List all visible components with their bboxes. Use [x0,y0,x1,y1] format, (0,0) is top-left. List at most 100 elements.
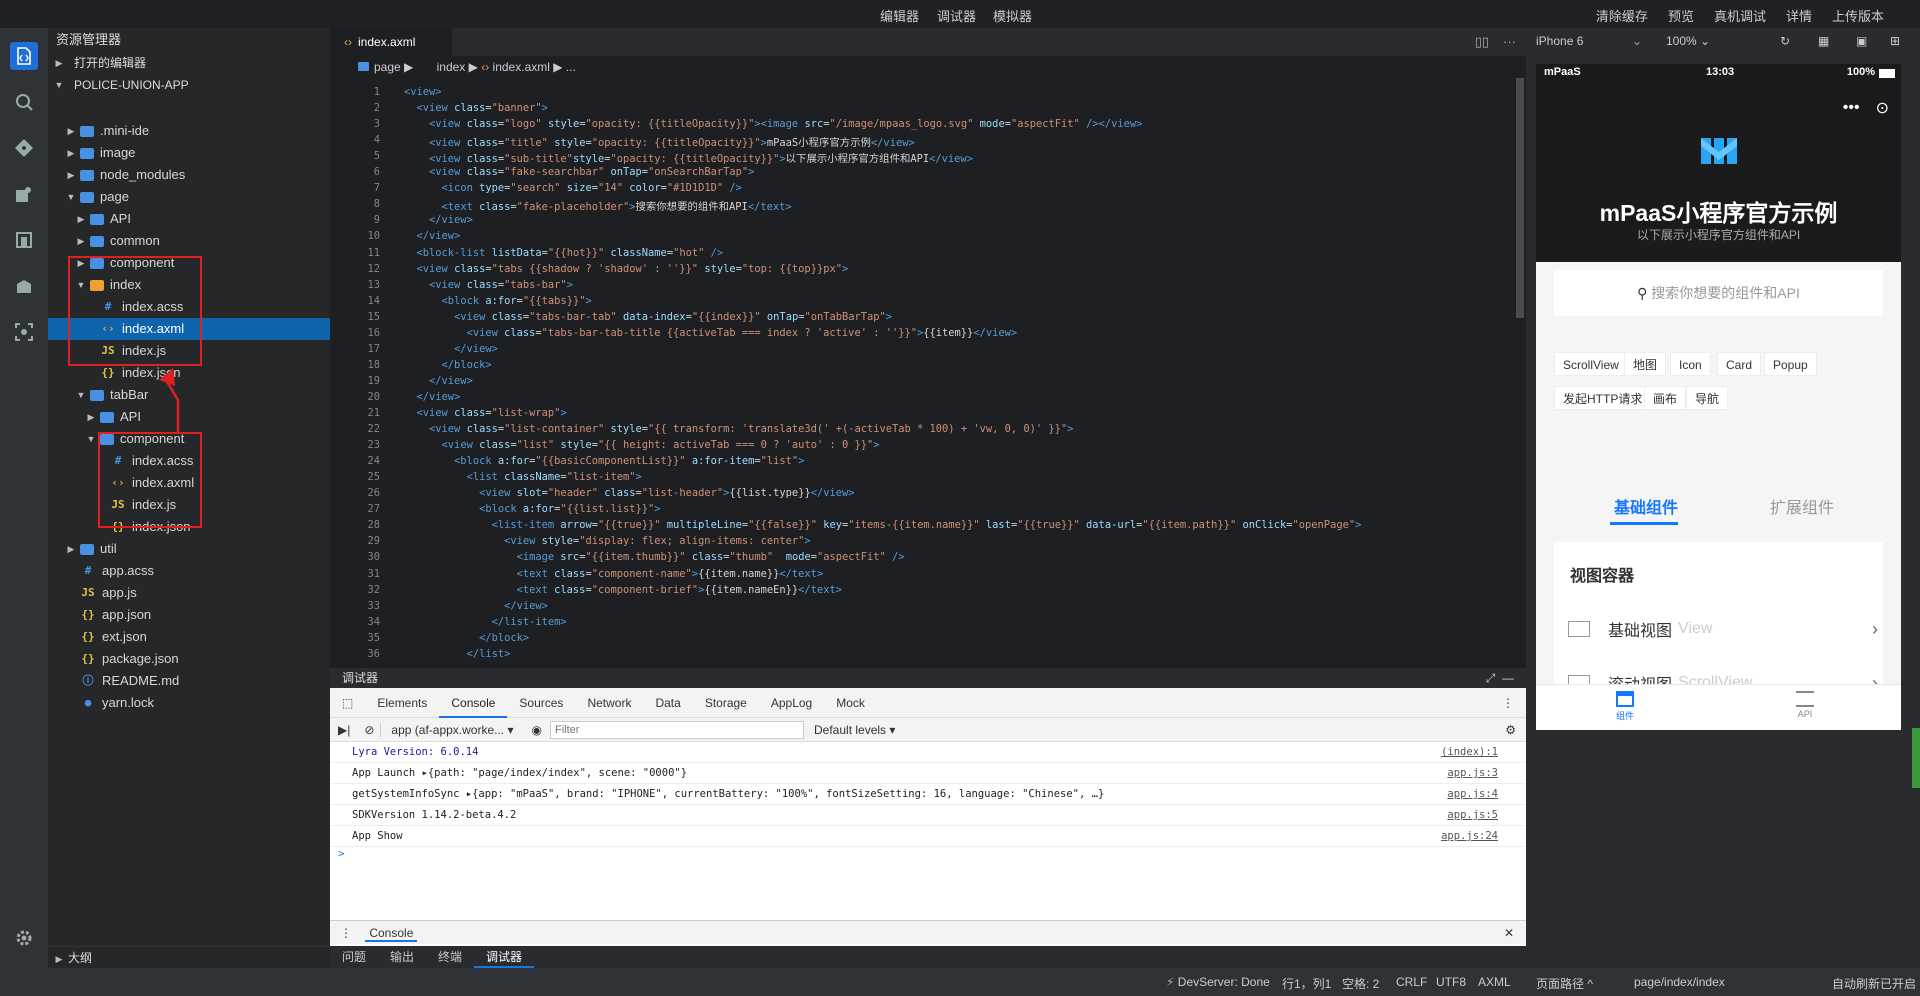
hot-chip[interactable]: Card [1717,352,1762,376]
zoom-select[interactable]: 100% ⌄ [1666,34,1710,48]
code-line[interactable]: <text class="component-brief">{{item.nam… [404,584,842,596]
device-select[interactable]: iPhone 6 [1536,34,1583,48]
outline-section[interactable]: ▶ 大纲 [48,946,330,968]
extensions-icon[interactable] [10,180,38,208]
scroll-thumb[interactable] [1516,78,1524,318]
chevron-right-icon[interactable]: ▶ [76,230,86,252]
search-icon[interactable] [10,88,38,116]
plugin-icon[interactable] [10,272,38,300]
console-prompt[interactable]: > [330,847,1526,860]
code-line[interactable]: </view> [404,391,461,403]
code-area[interactable]: 1 <view> 2 <view class="banner"> 3 <view cl… [330,78,1526,662]
tree-folder[interactable]: ▼ tabBar [48,384,330,406]
tab-extended-components[interactable]: 扩展组件 [1770,494,1834,518]
devtools-tab-storage[interactable]: Storage [693,688,759,718]
project-section[interactable]: ▼ POLICE-UNION-APP [48,74,330,96]
chevron-down-icon[interactable]: ▼ [66,186,76,208]
drawer-console-tab[interactable]: Console [365,926,418,942]
devtools-tab-sources[interactable]: Sources [507,688,575,718]
code-line[interactable]: <view class="tabs-bar-tab-title {{active… [404,327,1018,339]
devtools-tab-applog[interactable]: AppLog [759,688,824,718]
console-source-link[interactable]: (index):1 [1441,742,1498,763]
console-source-link[interactable]: app.js:5 [1447,805,1498,826]
chevron-down-icon[interactable]: ▼ [76,384,86,406]
code-line[interactable]: <view style="display: flex; align-items:… [404,535,811,547]
tree-file[interactable]: ⓘ README.md [48,670,330,692]
levels-select[interactable]: Default levels ▾ [804,723,905,737]
chevron-right-icon[interactable]: ▶ [66,538,76,560]
drawer-menu-icon[interactable]: ⋮ [330,926,362,940]
code-line[interactable]: </list-item> [404,616,567,628]
open-editors-section[interactable]: ▶ 打开的编辑器 [48,52,330,74]
editor-scrollbar[interactable] [1514,78,1526,658]
devtools-tab-mock[interactable]: Mock [824,688,877,718]
code-line[interactable]: </view> [404,343,498,355]
device-chevron-icon[interactable]: ⌄ [1632,34,1642,48]
drawer-close-icon[interactable]: ✕ [1504,921,1514,945]
simulator-scrollbar[interactable] [1912,728,1920,788]
console-settings-icon[interactable]: ⚙ [1495,723,1526,737]
tree-folder[interactable]: ▶ API [48,208,330,230]
hot-chip[interactable]: Icon [1670,352,1711,376]
code-line[interactable]: <icon type="search" size="14" color="#1D… [404,182,742,194]
chevron-right-icon[interactable]: ▶ [86,406,96,428]
bottom-tab[interactable]: 调试器 [474,946,535,968]
code-line[interactable]: <view class="list" style="{{ height: act… [404,439,880,451]
maximize-minimize-icon[interactable]: ⤢ — [1486,668,1514,688]
clear-cache-button[interactable]: 清除缓存 [1596,6,1648,25]
code-line[interactable]: <view class="title" style="opacity: {{ti… [404,134,915,149]
save-icon[interactable]: ▣ [1856,34,1867,48]
more-actions-icon[interactable]: ··· [1503,34,1516,50]
code-line[interactable]: <text class="fake-placeholder">搜索你想要的组件和… [404,198,792,213]
bottom-tab[interactable]: 输出 [378,946,426,968]
grid-icon[interactable]: ▦ [1818,34,1829,48]
code-line[interactable]: <view class="tabs {{shadow ? 'shadow' : … [404,263,849,275]
tree-file[interactable]: {} app.json [48,604,330,626]
chevron-right-icon[interactable]: ▶ [66,164,76,186]
more-icon[interactable]: ••• [1843,99,1860,117]
breadcrumb-item[interactable]: index [437,60,466,74]
code-line[interactable]: </block> [404,632,529,644]
code-line[interactable]: <view class="tabs-bar-tab" data-index="{… [404,311,892,323]
console-filter-input[interactable] [550,720,804,739]
inspect-icon[interactable]: ⬚ [330,688,365,718]
mode-editor-button[interactable]: 编辑器 [880,6,919,25]
code-line[interactable]: <view class="sub-title"style="opacity: {… [404,150,973,165]
breadcrumb-item[interactable]: page [374,60,401,74]
bottom-tab[interactable]: 终端 [426,946,474,968]
breadcrumb-item[interactable]: index.axml [493,60,550,74]
settings-gear-icon[interactable] [10,924,38,952]
console-source-link[interactable]: app.js:3 [1447,763,1498,784]
eye-icon[interactable]: ◉ [524,723,550,737]
tree-folder[interactable]: ▶ image [48,142,330,164]
chevron-down-icon[interactable]: ▼ [86,428,96,450]
upload-button[interactable]: 上传版本 [1832,6,1884,25]
devserver-status[interactable]: ⚡ DevServer: Done [1166,975,1270,989]
tabbar-components[interactable]: 组件 [1616,691,1634,722]
close-target-icon[interactable]: ⊙ [1876,98,1889,118]
code-line[interactable]: <view> [404,86,442,98]
hot-chip[interactable]: Popup [1764,352,1817,376]
tree-file[interactable]: {} ext.json [48,626,330,648]
scan-code-icon[interactable]: ⊞ [1890,34,1900,48]
tree-folder[interactable]: ▶ API [48,406,330,428]
tab-basic-components[interactable]: 基础组件 [1614,494,1678,518]
code-line[interactable]: <view class="list-container" style="{{ t… [404,423,1073,435]
chevron-right-icon[interactable]: ▶ [66,120,76,142]
pages-icon[interactable] [10,226,38,254]
code-line[interactable]: <view class="tabs-bar"> [404,279,573,291]
page-path-label[interactable]: 页面路径 ^ [1536,975,1593,992]
git-icon[interactable] [10,134,38,162]
breadcrumb-item[interactable]: ... [566,60,576,74]
devtools-tab-console[interactable]: Console [439,688,508,718]
bottom-tab[interactable]: 问题 [330,946,378,968]
tree-folder[interactable]: ▶ common [48,230,330,252]
code-line[interactable]: </view> [404,214,473,226]
devtools-tab-elements[interactable]: Elements [365,688,439,718]
device-debug-button[interactable]: 真机调试 [1714,6,1766,25]
chevron-right-icon[interactable]: ▶ [76,208,86,230]
code-line[interactable]: <view class="list-wrap"> [404,407,567,419]
auto-refresh-status[interactable]: 自动刷新已开启 [1832,975,1916,992]
refresh-icon[interactable]: ↻ [1780,34,1790,48]
console-source-link[interactable]: app.js:24 [1441,826,1498,847]
